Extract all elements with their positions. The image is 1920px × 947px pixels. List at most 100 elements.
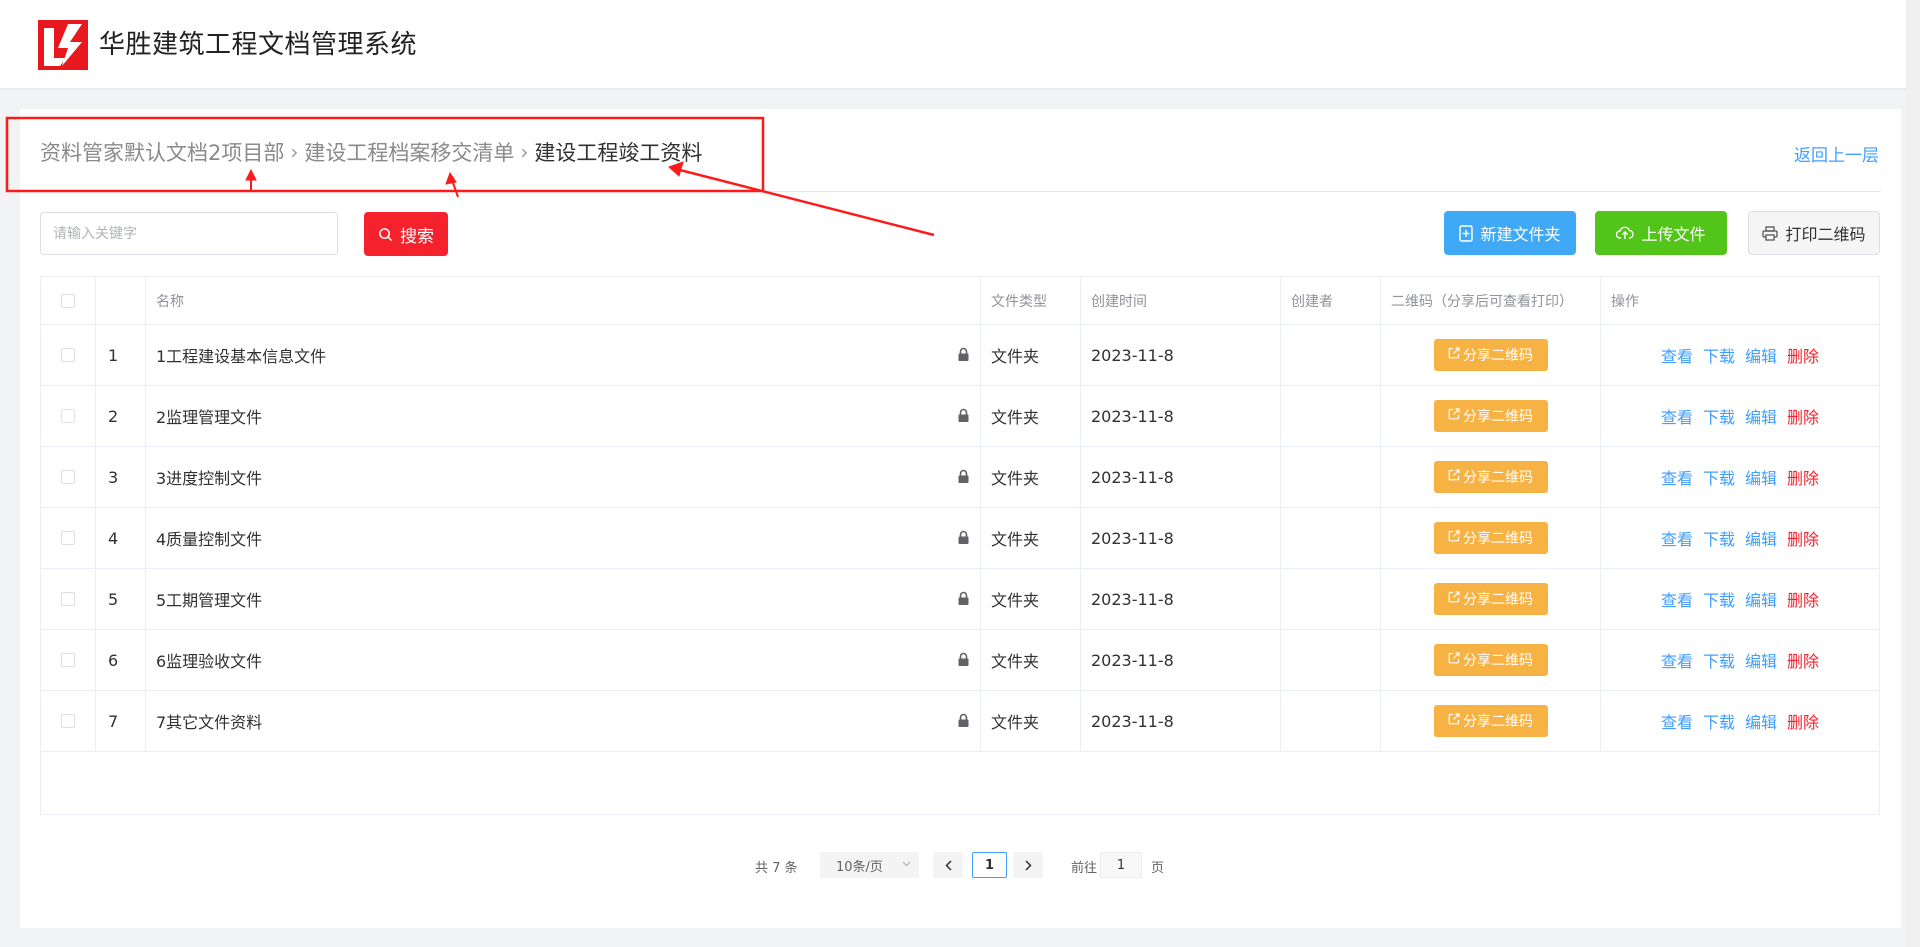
row-name[interactable]: 7其它文件资料	[146, 691, 981, 751]
download-button[interactable]: 下载	[1703, 587, 1735, 611]
row-select-cell	[41, 569, 96, 629]
row-name-text: 3进度控制文件	[156, 469, 263, 488]
share-qrcode-label: 分享二维码	[1463, 348, 1533, 364]
new-folder-label: 新建文件夹	[1480, 225, 1561, 244]
row-checkbox[interactable]	[61, 714, 75, 728]
row-actions: 查看 下载 编辑 删除	[1601, 569, 1879, 629]
download-button[interactable]: 下载	[1703, 465, 1735, 489]
upload-file-button[interactable]: 上传文件	[1595, 211, 1727, 255]
print-qrcode-label: 打印二维码	[1785, 225, 1866, 244]
breadcrumb-item-current: 建设工程竣工资料	[534, 141, 703, 165]
main-panel: 资料管家默认文档2项目部 › 建设工程档案移交清单 › 建设工程竣工资料 返回上…	[20, 109, 1901, 928]
row-checkbox[interactable]	[61, 653, 75, 667]
share-icon	[1448, 713, 1460, 729]
row-actions: 查看 下载 编辑 删除	[1601, 325, 1879, 385]
breadcrumb-item-transfer-list[interactable]: 建设工程档案移交清单	[304, 137, 514, 167]
edit-button[interactable]: 编辑	[1745, 709, 1777, 733]
row-index: 5	[96, 569, 146, 629]
lock-icon	[957, 530, 970, 549]
prev-page-button[interactable]	[933, 852, 963, 878]
row-select-cell	[41, 630, 96, 690]
table-row: 1 1工程建设基本信息文件 文件夹 2023-11-8 分享二维码 查看 下载 编辑 删除	[41, 325, 1879, 386]
row-name[interactable]: 6监理验收文件	[146, 630, 981, 690]
cloud-upload-icon	[1616, 226, 1635, 239]
view-button[interactable]: 查看	[1661, 343, 1693, 367]
share-qrcode-button[interactable]: 分享二维码	[1433, 339, 1548, 371]
row-checkbox[interactable]	[61, 592, 75, 606]
row-actions: 查看 下载 编辑 删除	[1601, 508, 1879, 568]
delete-button[interactable]: 删除	[1787, 709, 1819, 733]
lock-icon	[957, 469, 970, 488]
view-button[interactable]: 查看	[1661, 465, 1693, 489]
share-qrcode-button[interactable]: 分享二维码	[1433, 400, 1548, 432]
header-type: 文件类型	[981, 277, 1081, 324]
delete-button[interactable]: 删除	[1787, 587, 1819, 611]
row-created: 2023-11-8	[1081, 447, 1281, 507]
pagination-total: 共 7 条	[755, 861, 798, 876]
row-checkbox[interactable]	[61, 531, 75, 545]
row-name[interactable]: 5工期管理文件	[146, 569, 981, 629]
row-name-text: 2监理管理文件	[156, 408, 263, 427]
view-button[interactable]: 查看	[1661, 709, 1693, 733]
share-qrcode-button[interactable]: 分享二维码	[1433, 644, 1548, 676]
edit-button[interactable]: 编辑	[1745, 587, 1777, 611]
edit-button[interactable]: 编辑	[1745, 404, 1777, 428]
breadcrumb-item-project[interactable]: 资料管家默认文档2项目部	[40, 137, 284, 167]
table-header-row: 名称 文件类型 创建时间 创建者 二维码（分享后可查看打印） 操作	[41, 277, 1879, 325]
header-created: 创建时间	[1081, 277, 1281, 324]
chevron-down-icon	[902, 861, 911, 867]
row-index: 3	[96, 447, 146, 507]
file-table: 名称 文件类型 创建时间 创建者 二维码（分享后可查看打印） 操作 1 1工程建设…	[40, 276, 1880, 815]
row-creator	[1281, 325, 1381, 385]
search-button[interactable]: 搜索	[364, 212, 448, 256]
row-checkbox[interactable]	[61, 348, 75, 362]
row-checkbox[interactable]	[61, 470, 75, 484]
download-button[interactable]: 下载	[1703, 404, 1735, 428]
page-number-current[interactable]: 1	[972, 852, 1007, 878]
goto-page-input[interactable]: 1	[1100, 852, 1142, 878]
delete-button[interactable]: 删除	[1787, 404, 1819, 428]
download-button[interactable]: 下载	[1703, 648, 1735, 672]
delete-button[interactable]: 删除	[1787, 343, 1819, 367]
share-qrcode-button[interactable]: 分享二维码	[1433, 705, 1548, 737]
row-name[interactable]: 2监理管理文件	[146, 386, 981, 446]
delete-button[interactable]: 删除	[1787, 465, 1819, 489]
lock-icon	[957, 591, 970, 610]
page-size-select[interactable]: 10条/页	[820, 852, 919, 878]
share-qrcode-button[interactable]: 分享二维码	[1433, 522, 1548, 554]
view-button[interactable]: 查看	[1661, 587, 1693, 611]
divider	[40, 191, 1881, 192]
back-button[interactable]: 返回上一层	[1794, 141, 1879, 166]
share-qrcode-button[interactable]: 分享二维码	[1433, 583, 1548, 615]
scrollbar[interactable]	[1906, 0, 1920, 947]
edit-button[interactable]: 编辑	[1745, 526, 1777, 550]
edit-button[interactable]: 编辑	[1745, 465, 1777, 489]
share-qrcode-label: 分享二维码	[1463, 714, 1533, 730]
select-all-checkbox[interactable]	[61, 293, 75, 308]
row-created: 2023-11-8	[1081, 569, 1281, 629]
new-folder-button[interactable]: 新建文件夹	[1444, 211, 1576, 255]
edit-button[interactable]: 编辑	[1745, 343, 1777, 367]
view-button[interactable]: 查看	[1661, 648, 1693, 672]
search-input[interactable]	[40, 212, 338, 255]
download-button[interactable]: 下载	[1703, 526, 1735, 550]
download-button[interactable]: 下载	[1703, 343, 1735, 367]
edit-button[interactable]: 编辑	[1745, 648, 1777, 672]
row-qrcode-cell: 分享二维码	[1381, 447, 1601, 507]
row-name[interactable]: 3进度控制文件	[146, 447, 981, 507]
download-button[interactable]: 下载	[1703, 709, 1735, 733]
row-name[interactable]: 1工程建设基本信息文件	[146, 325, 981, 385]
chevron-right-icon	[1024, 859, 1032, 871]
delete-button[interactable]: 删除	[1787, 526, 1819, 550]
row-creator	[1281, 447, 1381, 507]
row-checkbox[interactable]	[61, 409, 75, 423]
chevron-right-icon: ›	[520, 140, 529, 164]
share-qrcode-button[interactable]: 分享二维码	[1433, 461, 1548, 493]
next-page-button[interactable]	[1013, 852, 1043, 878]
row-name[interactable]: 4质量控制文件	[146, 508, 981, 568]
delete-button[interactable]: 删除	[1787, 648, 1819, 672]
view-button[interactable]: 查看	[1661, 404, 1693, 428]
row-creator	[1281, 386, 1381, 446]
view-button[interactable]: 查看	[1661, 526, 1693, 550]
print-qrcode-button[interactable]: 打印二维码	[1748, 211, 1880, 255]
